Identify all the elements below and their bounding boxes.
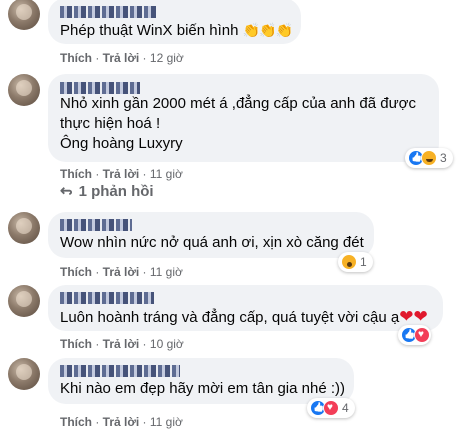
comment-meta: Thích · Trả lời · 12 giờ [60, 51, 184, 65]
avatar[interactable] [8, 358, 40, 390]
reaction-count: 1 [360, 255, 367, 269]
clapping-hands-emoji: 👏👏👏 [242, 22, 293, 38]
commenter-name[interactable] [60, 219, 132, 231]
comment-text: Wow nhìn nức nở quá anh ơi, xịn xò căng … [60, 234, 364, 251]
comment-meta: Thích · Trả lời · 10 giờ [60, 337, 184, 351]
comment-meta: Thích · Trả lời · 11 giờ [60, 265, 183, 279]
reaction-summary[interactable]: 3 [405, 148, 453, 168]
like-button[interactable]: Thích [60, 415, 92, 429]
avatar[interactable] [8, 212, 40, 244]
like-button[interactable]: Thích [60, 265, 92, 279]
reaction-summary[interactable]: 1 [338, 252, 373, 272]
comment-text: Luôn hoành tráng và đẳng cấp, quá tuyệt … [60, 307, 428, 326]
commenter-name[interactable] [60, 365, 180, 377]
comment-text: Phép thuật WinX biến hình 👏👏👏 [60, 22, 293, 39]
comment-bubble: Khi nào em đẹp hãy mời em tân gia nhé :)… [48, 358, 354, 404]
commenter-name[interactable] [60, 6, 156, 18]
reaction-count: 4 [342, 401, 349, 415]
comment-bubble: Nhỏ xinh gần 2000 mét á ,đẳng cấp của an… [48, 74, 439, 162]
timestamp[interactable]: 11 giờ [150, 167, 183, 181]
reply-button[interactable]: Trả lời [103, 265, 140, 279]
comment-bubble: Wow nhìn nức nở quá anh ơi, xịn xò căng … [48, 212, 374, 258]
red-heart-emoji: ❤❤ [399, 307, 428, 326]
reply-button[interactable]: Trả lời [103, 337, 140, 351]
heart-icon [414, 327, 430, 343]
commenter-name[interactable] [60, 82, 140, 94]
like-button[interactable]: Thích [60, 337, 92, 351]
comment-meta: Thích · Trả lời · 11 giờ [60, 415, 183, 429]
comment-text: Nhỏ xinh gần 2000 mét á ,đẳng cấp của an… [60, 95, 416, 152]
avatar[interactable] [8, 74, 40, 106]
heart-icon [323, 400, 339, 416]
reaction-count: 3 [440, 151, 447, 165]
view-replies-button[interactable]: ↩ 1 phản hồi [60, 182, 154, 200]
avatar[interactable] [8, 0, 40, 30]
timestamp[interactable]: 12 giờ [150, 51, 184, 65]
comment-bubble: Phép thuật WinX biến hình 👏👏👏 [48, 0, 301, 44]
like-button[interactable]: Thích [60, 167, 92, 181]
timestamp[interactable]: 11 giờ [150, 415, 183, 429]
timestamp[interactable]: 10 giờ [150, 337, 184, 351]
avatar[interactable] [8, 285, 40, 317]
commenter-name[interactable] [60, 292, 154, 304]
reaction-summary[interactable]: 4 [307, 398, 355, 418]
reply-button[interactable]: Trả lời [103, 51, 140, 65]
haha-icon [421, 150, 437, 166]
reply-button[interactable]: Trả lời [103, 167, 140, 181]
comment-meta: Thích · Trả lời · 11 giờ [60, 167, 183, 181]
reply-button[interactable]: Trả lời [103, 415, 140, 429]
comment-bubble: Luôn hoành tráng và đẳng cấp, quá tuyệt … [48, 285, 443, 331]
comment-text: Khi nào em đẹp hãy mời em tân gia nhé :)… [60, 380, 345, 397]
wow-icon [341, 254, 357, 270]
reply-arrow-icon: ↩ [60, 182, 73, 199]
timestamp[interactable]: 11 giờ [150, 265, 183, 279]
reaction-summary[interactable] [398, 325, 431, 345]
like-button[interactable]: Thích [60, 51, 92, 65]
